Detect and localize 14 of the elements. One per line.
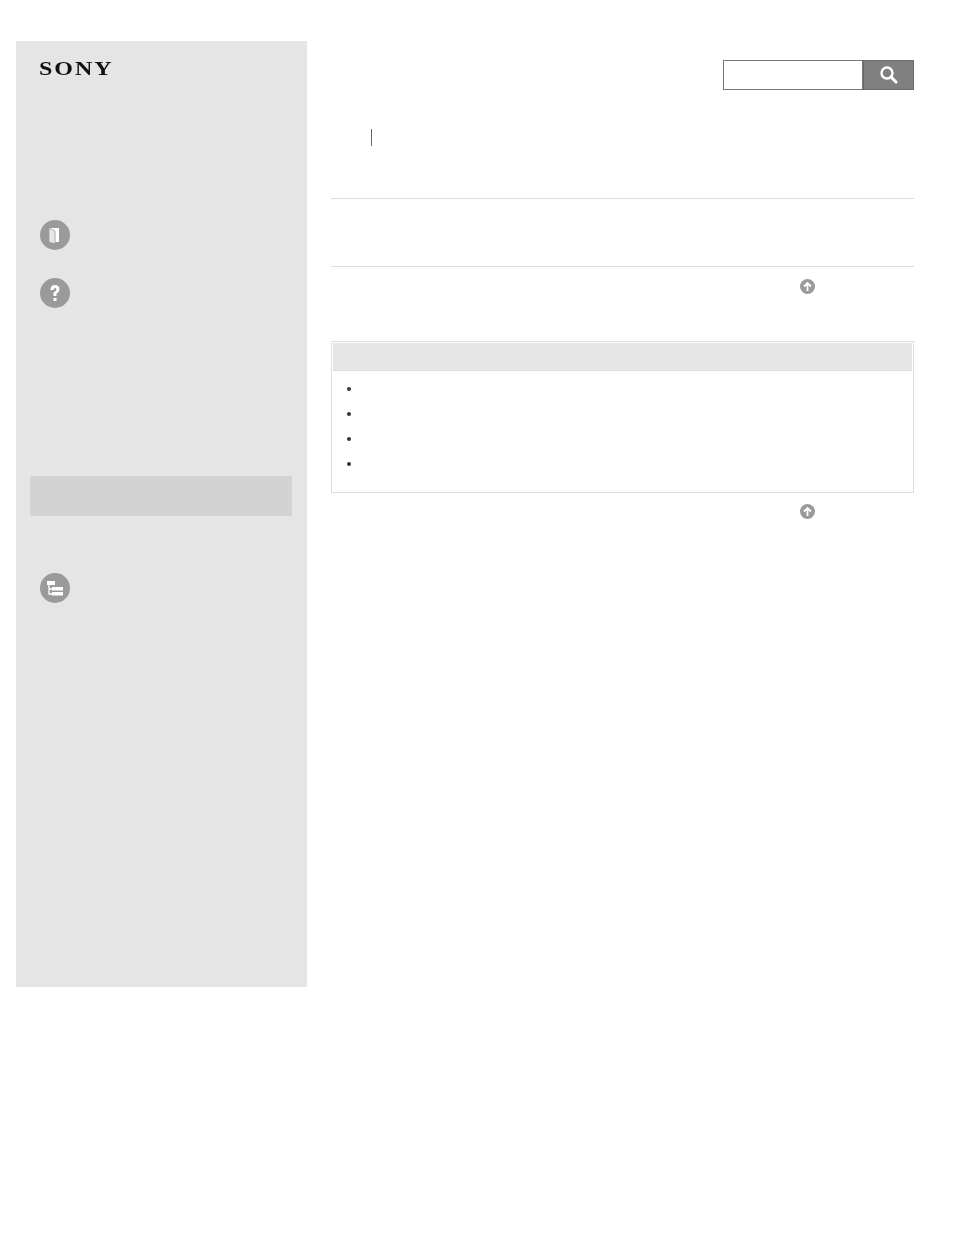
bullet-icon	[347, 412, 351, 416]
sitemap-icon[interactable]	[40, 573, 70, 603]
help-icon[interactable]	[40, 278, 70, 308]
search-icon	[878, 65, 899, 85]
breadcrumb-separator	[371, 129, 372, 146]
up-arrow-icon[interactable]	[800, 279, 815, 294]
search-field[interactable]	[723, 60, 863, 90]
bullet-icon	[347, 387, 351, 391]
search-button[interactable]	[863, 60, 914, 90]
book-icon[interactable]	[40, 220, 70, 250]
sony-logo[interactable]: SONY	[39, 59, 114, 79]
bullet-icon	[347, 437, 351, 441]
up-arrow-icon[interactable]	[800, 504, 815, 519]
bullet-icon	[347, 462, 351, 466]
